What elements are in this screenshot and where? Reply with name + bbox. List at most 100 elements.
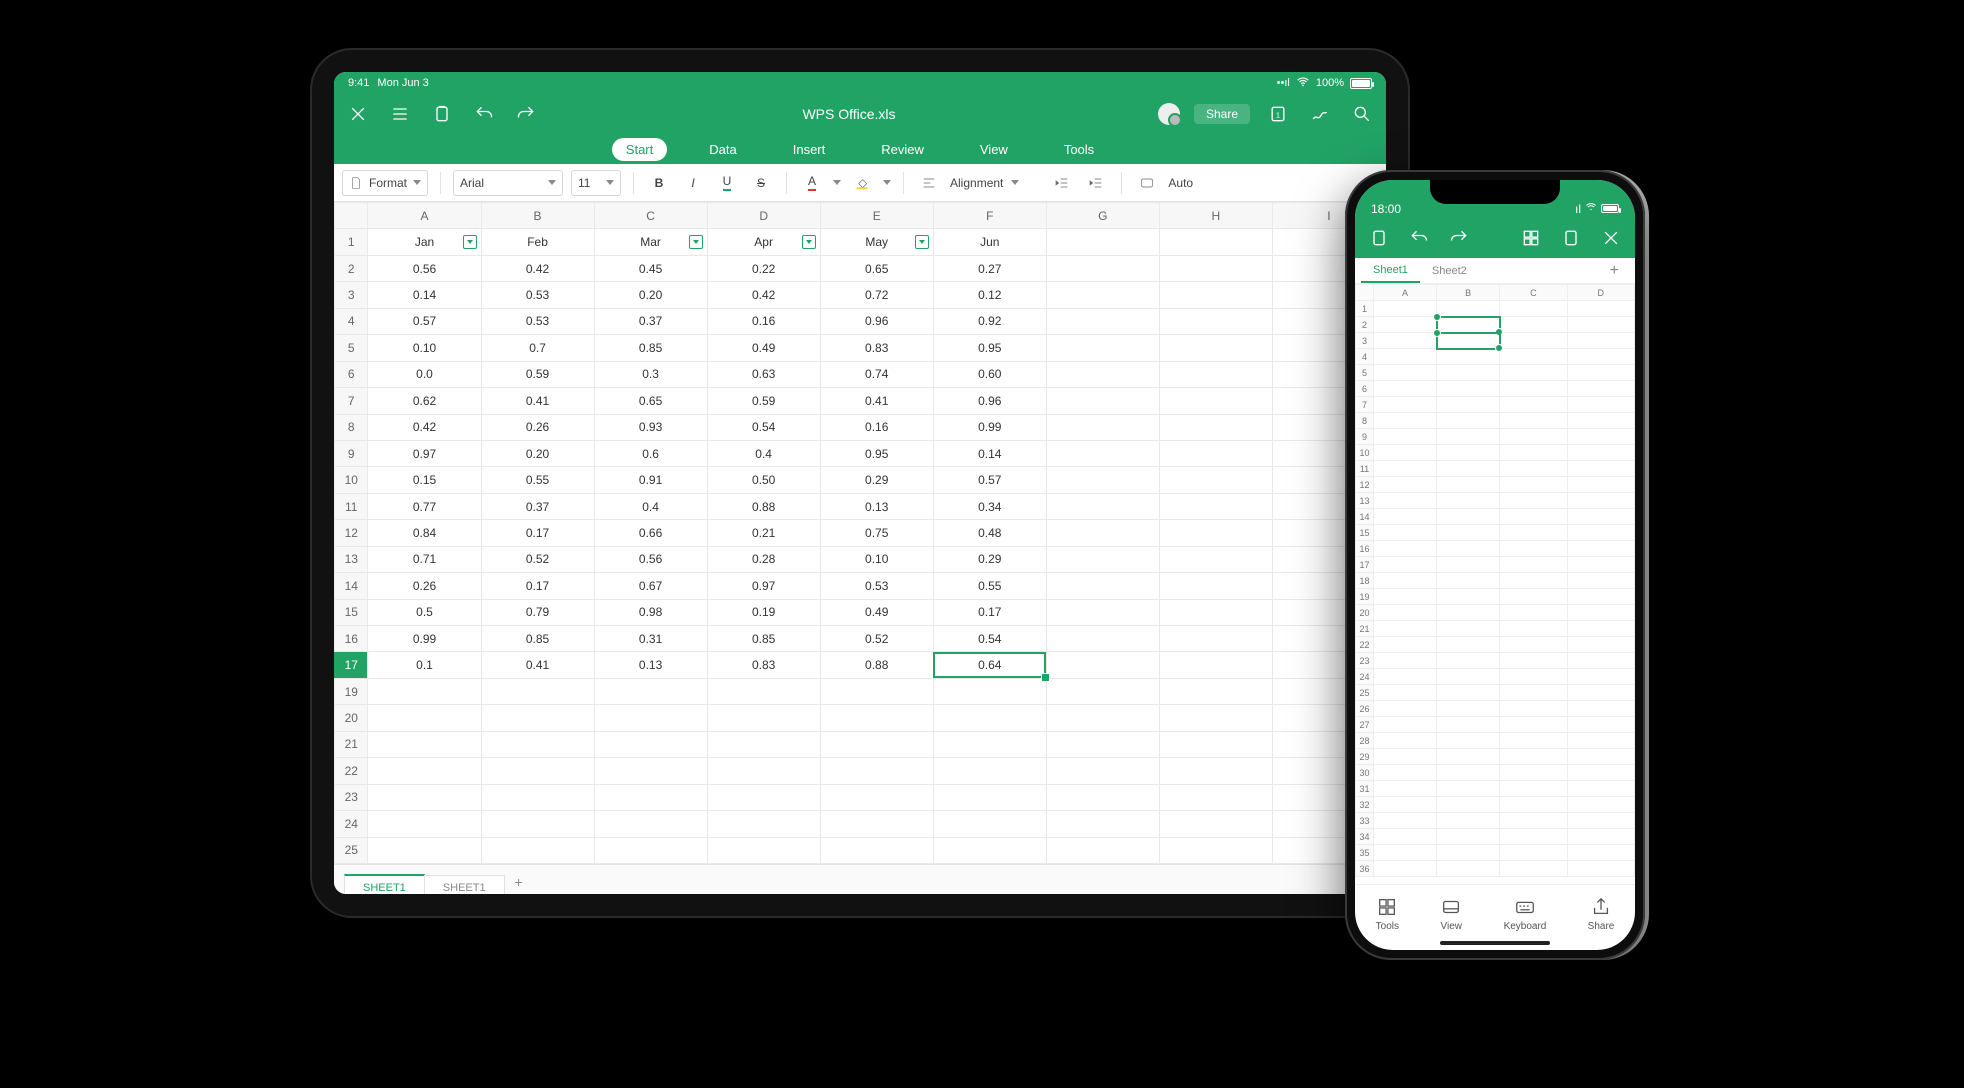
cell[interactable]: 0.12: [933, 282, 1046, 308]
cell[interactable]: [1500, 397, 1567, 413]
cell[interactable]: [1500, 781, 1567, 797]
row-header[interactable]: 8: [1356, 413, 1374, 429]
column-header[interactable]: G: [1046, 203, 1159, 229]
cell[interactable]: 0.63: [707, 361, 820, 387]
cell[interactable]: [1500, 797, 1567, 813]
auto-label[interactable]: Auto: [1168, 176, 1193, 190]
cell[interactable]: 0.75: [820, 520, 933, 546]
cell[interactable]: [1374, 717, 1437, 733]
chevron-down-icon[interactable]: [1011, 180, 1019, 185]
cell[interactable]: [1500, 381, 1567, 397]
cell[interactable]: 0.91: [594, 467, 707, 493]
cell[interactable]: [1500, 765, 1567, 781]
cell[interactable]: 0.53: [481, 282, 594, 308]
sheet-tab[interactable]: Sheet1: [1361, 259, 1420, 283]
cell[interactable]: 0.88: [707, 493, 820, 519]
cell[interactable]: 0.16: [707, 308, 820, 334]
cell[interactable]: [1500, 653, 1567, 669]
cell[interactable]: 0.53: [820, 573, 933, 599]
cell[interactable]: 0.1: [368, 652, 481, 678]
cell[interactable]: 0.20: [481, 440, 594, 466]
cell[interactable]: [1567, 413, 1634, 429]
cell[interactable]: [368, 811, 481, 837]
cell[interactable]: 0.37: [481, 493, 594, 519]
fill-color-button[interactable]: [849, 170, 875, 196]
indent-increase-button[interactable]: [1083, 170, 1109, 196]
cell[interactable]: [1437, 525, 1500, 541]
undo-icon[interactable]: [470, 100, 498, 128]
cell[interactable]: 0.57: [933, 467, 1046, 493]
cell[interactable]: [1374, 301, 1437, 317]
cell[interactable]: [707, 678, 820, 704]
cell[interactable]: [1159, 678, 1272, 704]
row-header[interactable]: 22: [1356, 637, 1374, 653]
cell[interactable]: [368, 731, 481, 757]
row-header[interactable]: 14: [1356, 509, 1374, 525]
row-header[interactable]: 1: [335, 229, 368, 255]
row-header[interactable]: 28: [1356, 733, 1374, 749]
cell[interactable]: [1500, 365, 1567, 381]
tab-start[interactable]: Start: [612, 138, 667, 161]
row-header[interactable]: 1: [1356, 301, 1374, 317]
row-header[interactable]: 34: [1356, 829, 1374, 845]
cell[interactable]: 0.55: [933, 573, 1046, 599]
cell[interactable]: [1500, 525, 1567, 541]
cell[interactable]: 0.97: [368, 440, 481, 466]
row-header[interactable]: 19: [1356, 589, 1374, 605]
cell[interactable]: [368, 784, 481, 810]
cell[interactable]: [1567, 813, 1634, 829]
cell[interactable]: 0.14: [368, 282, 481, 308]
cell[interactable]: [1437, 413, 1500, 429]
avatar[interactable]: [1158, 103, 1180, 125]
cell[interactable]: 0.48: [933, 520, 1046, 546]
cell[interactable]: 0.79: [481, 599, 594, 625]
cell[interactable]: 0.56: [368, 255, 481, 281]
cell[interactable]: 0.13: [820, 493, 933, 519]
cell[interactable]: [1500, 605, 1567, 621]
column-header[interactable]: F: [933, 203, 1046, 229]
font-size-dropdown[interactable]: 11: [571, 170, 621, 196]
cell[interactable]: [1437, 669, 1500, 685]
cell[interactable]: [594, 758, 707, 784]
cell[interactable]: [1567, 477, 1634, 493]
cell[interactable]: [1500, 733, 1567, 749]
cell[interactable]: 0.19: [707, 599, 820, 625]
cell[interactable]: [1437, 365, 1500, 381]
cell[interactable]: [1437, 685, 1500, 701]
cell[interactable]: 0.52: [481, 546, 594, 572]
cell[interactable]: [1567, 829, 1634, 845]
cell[interactable]: [1046, 229, 1159, 255]
cell[interactable]: 0.31: [594, 626, 707, 652]
cell[interactable]: 0.67: [594, 573, 707, 599]
cell[interactable]: [1567, 317, 1634, 333]
row-header[interactable]: 27: [1356, 717, 1374, 733]
cell[interactable]: 0.62: [368, 388, 481, 414]
row-header[interactable]: 19: [335, 678, 368, 704]
redo-icon[interactable]: [1445, 224, 1473, 252]
italic-button[interactable]: I: [680, 170, 706, 196]
filter-icon[interactable]: [689, 235, 703, 249]
cell[interactable]: 0.83: [820, 335, 933, 361]
cell[interactable]: 0.41: [481, 388, 594, 414]
cell[interactable]: [1159, 599, 1272, 625]
cell[interactable]: [1046, 652, 1159, 678]
cell[interactable]: [1159, 705, 1272, 731]
cell[interactable]: 0.99: [368, 626, 481, 652]
cell[interactable]: [1567, 509, 1634, 525]
cell[interactable]: [1567, 781, 1634, 797]
cell[interactable]: Mar: [594, 229, 707, 255]
close-icon[interactable]: [1597, 224, 1625, 252]
cell[interactable]: [1374, 493, 1437, 509]
cell[interactable]: 0.98: [594, 599, 707, 625]
cell[interactable]: [1500, 509, 1567, 525]
cell[interactable]: [1437, 845, 1500, 861]
cell[interactable]: [1374, 509, 1437, 525]
row-header[interactable]: 16: [335, 626, 368, 652]
panel-icon[interactable]: 1: [1264, 100, 1292, 128]
cell[interactable]: [1374, 621, 1437, 637]
font-name-dropdown[interactable]: Arial: [453, 170, 563, 196]
cell[interactable]: [707, 837, 820, 864]
cell[interactable]: 0.72: [820, 282, 933, 308]
cell[interactable]: [1046, 626, 1159, 652]
cell[interactable]: 0.0: [368, 361, 481, 387]
